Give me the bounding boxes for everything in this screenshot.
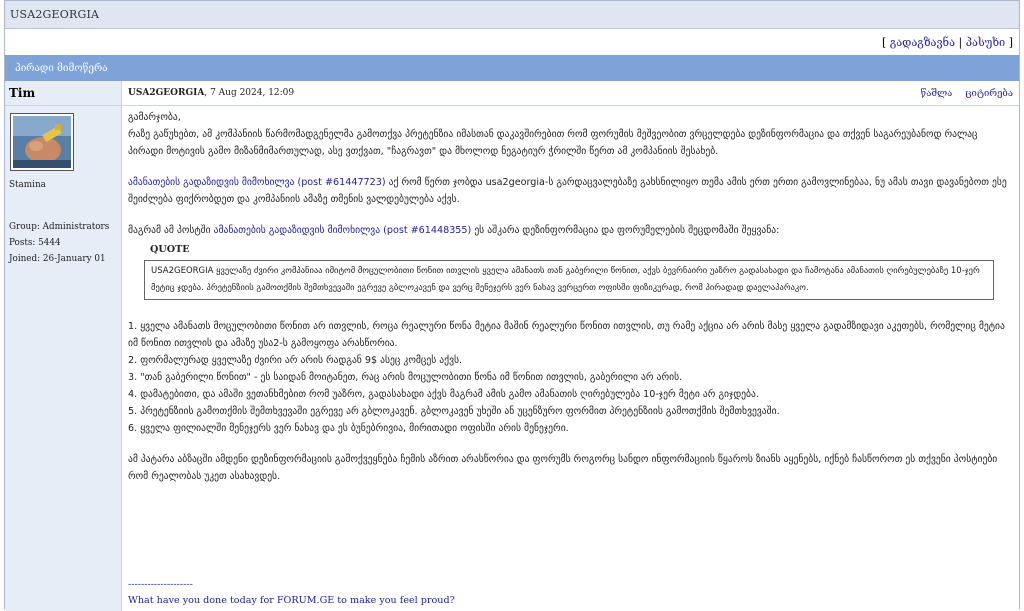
author-posts: Posts: 5444 (9, 238, 61, 248)
signature: -------------------- What have you done … (128, 577, 455, 609)
quote-link[interactable]: ციტირება (965, 88, 1013, 99)
post-link-61447723[interactable]: ამანათების გადაზიდვის მიმოხილვა (post #6… (128, 177, 386, 188)
author-name[interactable]: Tim (9, 86, 35, 100)
signature-text: What have you done today for FORUM.GE to… (128, 595, 455, 606)
quote-label: QUOTE (150, 244, 190, 255)
post-greeting: გამარჯობა, (128, 112, 181, 123)
section-header: პირადი მიმოწერა (5, 55, 1019, 81)
list-item: 4. დამატებითი, და ამაში ვეთანხმებით რომ … (128, 389, 759, 400)
reply-link[interactable]: პასუხი (966, 36, 1005, 49)
post-body-panel: USA2GEORGIA, 7 Aug 2024, 12:09 წაშლა ციტ… (122, 81, 1019, 611)
author-panel: Tim Stamina Group: Administrators Posts:… (5, 81, 122, 611)
signature-divider: -------------------- (128, 579, 193, 590)
post-paragraph-3: მაგრამ ამ პოსტში ამანათების გადაზიდვის მ… (128, 225, 780, 236)
message-actions: [ გადაგზავნა | პასუხი ] (881, 35, 1013, 49)
section-title: პირადი მიმოწერა (15, 62, 108, 74)
quote-box: USA2GEORGIA ყველაზე ძვირი კომპანიაა იმიტ… (144, 260, 994, 300)
forum-title-bar: USA2GEORGIA (5, 1, 1019, 29)
delete-link[interactable]: წაშლა (921, 88, 953, 99)
list-item: 5. პრეტენზიის გამოთქმის შემთხვევაში ეგრე… (128, 406, 780, 417)
post-paragraph-2: ამანათების გადაზიდვის მიმოხილვა (post #6… (128, 177, 1007, 205)
message-post: Tim Stamina Group: Administrators Posts:… (5, 81, 1019, 611)
list-item: 1. ყველა ამანათს მოცულობითი წონით არ ითვ… (128, 321, 1005, 349)
post-closing: ამ პატარა აბზაცში ამდენი დეზინფორმაციის … (128, 454, 998, 482)
post-paragraph-1: რაზე გაწუხებთ, ამ კომპანიის წარმომადგენე… (128, 129, 978, 157)
list-item: 6. ყველა ფილიალში მენეჯერს ვერ ნახავ და … (128, 423, 569, 434)
forum-title: USA2GEORGIA (10, 8, 100, 21)
author-group: Group: Administrators (9, 222, 110, 232)
forum-window: USA2GEORGIA [ გადაგზავნა | პასუხი ] პირა… (4, 0, 1020, 611)
avatar (10, 113, 74, 171)
post-link-61448355[interactable]: ამანათების გადაზიდვის მიმოხილვა (post #6… (214, 225, 472, 236)
post-meta: USA2GEORGIA, 7 Aug 2024, 12:09 წაშლა ციტ… (122, 81, 1019, 106)
author-title: Stamina (9, 180, 46, 190)
list-item: 3. "თან გაბერილი წონით" - ეს საიდან მოიტ… (128, 372, 683, 383)
list-item: 2. ფორმალურად ყველაზე ძვირი არ არის რადგ… (128, 355, 463, 366)
post-sender: USA2GEORGIA (128, 88, 205, 98)
post-content: გამარჯობა, რაზე გაწუხებთ, ამ კომპანიის წ… (122, 106, 1019, 485)
forward-link[interactable]: გადაგზავნა (890, 36, 955, 49)
author-name-row: Tim (5, 81, 121, 106)
post-date: , 7 Aug 2024, 12:09 (204, 88, 295, 98)
author-joined: Joined: 26-January 01 (9, 254, 106, 264)
